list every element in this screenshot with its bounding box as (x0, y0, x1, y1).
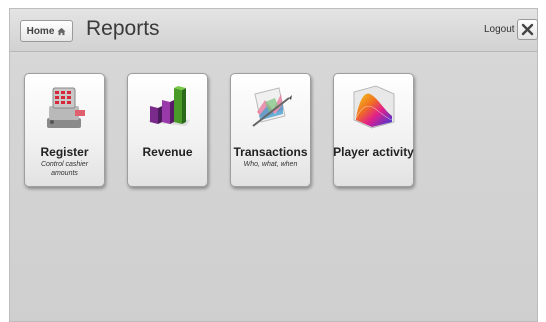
bar-chart-icon (147, 86, 190, 126)
reports-screen: Home Reports Logout Register Control cas… (9, 8, 538, 322)
transactions-icon (251, 87, 292, 127)
page-title: Reports (86, 17, 160, 40)
close-button[interactable] (517, 19, 538, 40)
header-bar: Home Reports Logout (10, 9, 538, 52)
revenue-tile[interactable]: Revenue (127, 73, 208, 187)
transactions-tile[interactable]: Transactions Who, what, when (230, 73, 311, 187)
home-icon (57, 27, 66, 35)
player-activity-tile[interactable]: Player activity (333, 73, 414, 187)
register-sub: Control cashier amounts (40, 161, 89, 177)
register-label: Register (40, 145, 89, 159)
surface-chart-icon (353, 85, 394, 129)
revenue-label: Revenue (142, 145, 193, 159)
cash-register-icon (46, 87, 85, 128)
close-icon (521, 23, 534, 36)
transactions-label: Transactions (233, 145, 308, 159)
transactions-sub: Who, what, when (243, 161, 298, 168)
logout-link[interactable]: Logout (484, 24, 515, 35)
player-activity-label: Player activity (333, 145, 414, 159)
home-label: Home (26, 25, 55, 37)
register-tile[interactable]: Register Control cashier amounts (24, 73, 105, 187)
home-button[interactable]: Home (20, 20, 73, 42)
